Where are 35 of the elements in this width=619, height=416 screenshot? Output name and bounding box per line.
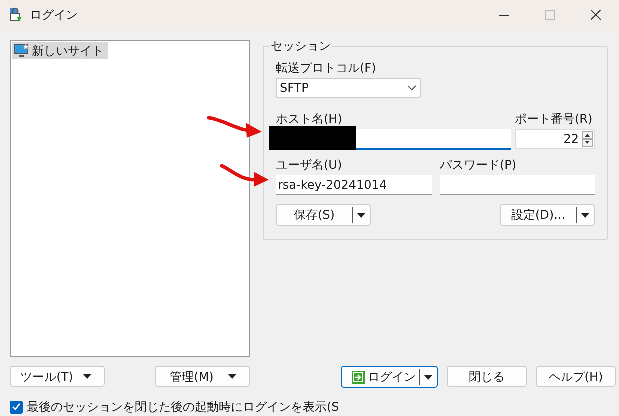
port-spinner[interactable]: 22 bbox=[515, 129, 595, 149]
username-input[interactable]: rsa-key-20241014 bbox=[276, 175, 432, 195]
caret-icon bbox=[424, 374, 433, 380]
checkbox-label[interactable]: 最後のセッションを閉じた後の起動時にログインを表示(S bbox=[27, 398, 340, 416]
site-item[interactable]: 新しいサイト bbox=[12, 42, 108, 59]
caret-icon bbox=[357, 212, 366, 218]
close-icon bbox=[591, 10, 601, 20]
login-icon bbox=[352, 370, 365, 384]
close-dialog-button[interactable]: 閉じる bbox=[447, 366, 527, 387]
chevron-icon bbox=[407, 85, 417, 91]
spinner-arrows-icon[interactable] bbox=[582, 131, 593, 147]
arrow-drawing bbox=[219, 163, 271, 189]
checkbox[interactable] bbox=[10, 400, 23, 414]
group-title: セッション bbox=[270, 39, 332, 53]
advanced-button[interactable]: 設定(D)... bbox=[500, 204, 595, 226]
tools-button[interactable]: ツール(T) bbox=[10, 366, 105, 387]
lock-icon bbox=[8, 7, 24, 23]
monitor-icon bbox=[14, 44, 30, 58]
field-label: ポート番号(R) bbox=[515, 112, 594, 126]
caret-icon bbox=[83, 374, 92, 379]
field-label: 転送プロトコル(F) bbox=[276, 61, 378, 75]
password-input[interactable] bbox=[440, 175, 595, 195]
protocol-dropdown[interactable]: SFTP bbox=[276, 78, 421, 98]
window-title: ログイン bbox=[30, 7, 78, 24]
save-button[interactable]: 保存(S) bbox=[276, 204, 371, 226]
caret-icon bbox=[228, 374, 237, 379]
host-input[interactable] bbox=[356, 129, 511, 150]
login-button[interactable]: ログイン bbox=[341, 366, 438, 388]
caret-icon bbox=[581, 212, 590, 218]
field-label: パスワード(P) bbox=[440, 158, 518, 172]
field-label: ホスト名(H) bbox=[276, 112, 344, 126]
help-button[interactable]: ヘルプ(H) bbox=[536, 366, 616, 387]
manage-button[interactable]: 管理(M) bbox=[155, 366, 250, 387]
field-label: ユーザ名(U) bbox=[276, 158, 344, 172]
arrow-drawing bbox=[206, 114, 264, 140]
